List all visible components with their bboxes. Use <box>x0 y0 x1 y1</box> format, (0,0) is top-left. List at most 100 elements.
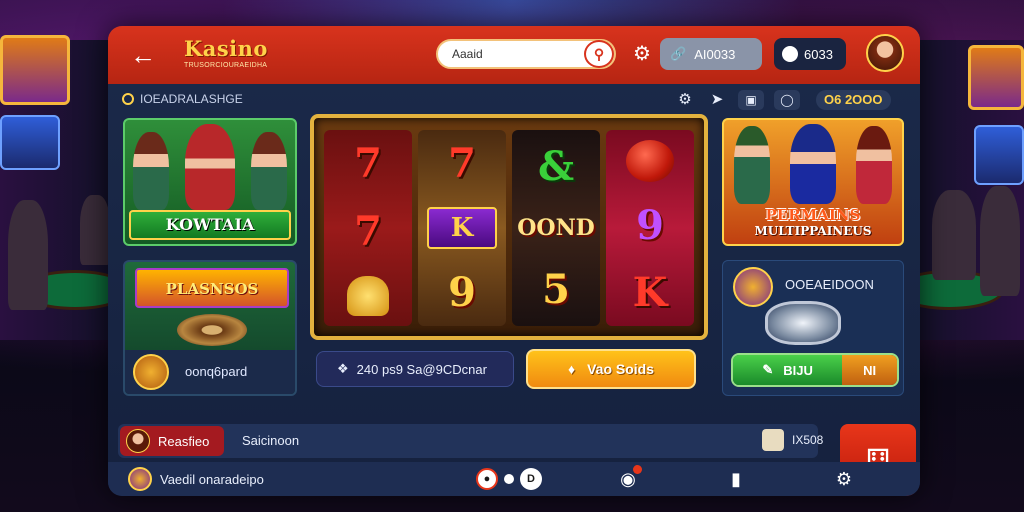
players-illustration <box>724 120 902 204</box>
share-icon[interactable]: ➤ <box>706 90 728 110</box>
coin-icon <box>782 46 798 62</box>
dealer-figure <box>133 132 169 210</box>
reel-symbol: 9 <box>448 269 476 316</box>
dollar-icon <box>733 267 773 307</box>
bookmark-icon[interactable]: ▮ <box>724 468 748 490</box>
featured-multiplayer-card[interactable]: PERMAINS MULTIPPAINEUS <box>722 118 904 246</box>
promo-card[interactable]: PLASNSOS oonq6pard <box>123 260 297 396</box>
section-title: IOEADRALASHGE <box>122 92 243 106</box>
chat-avatar <box>126 429 150 453</box>
user-avatar[interactable] <box>866 34 904 72</box>
promo-footer: oonq6pard <box>125 350 295 394</box>
chat-user-tag[interactable]: Reasfieo <box>120 426 224 456</box>
slot-reel: & OOND 5 <box>512 130 600 326</box>
logo-tagline: TRUSORCIOURAEIDHA <box>184 62 268 69</box>
chat-message: Saicinoon <box>242 433 300 448</box>
search-icon[interactable]: ⚲ <box>584 40 614 68</box>
app-logo[interactable]: Kasino TRUSORCIOURAEIDHA <box>184 36 268 69</box>
play-primary[interactable]: ✎ BIJU <box>733 355 843 385</box>
sub-balance: O6 2OOO <box>816 90 891 110</box>
reel-symbol: 7 <box>354 207 382 255</box>
gift-icon <box>762 429 784 451</box>
notification-badge <box>633 465 642 474</box>
slot-stat-text: 240 ps9 Sa@9CDcnar <box>356 361 487 377</box>
record-icon[interactable]: ● <box>476 468 498 490</box>
footer-icons: ◉ ▮ ⚙ <box>616 465 856 490</box>
reel-symbol: 5 <box>542 266 570 314</box>
slot-reel: 7 7 <box>324 130 412 326</box>
background-person <box>8 200 48 310</box>
gear-icon[interactable]: ⚙ <box>674 90 696 110</box>
logo-name: Kasino <box>184 36 268 61</box>
chat-username: Reasfieo <box>158 433 210 449</box>
play-secondary[interactable]: NI <box>842 355 897 385</box>
background-person <box>932 190 976 280</box>
background-person <box>980 186 1020 296</box>
casino-app-window: ← Kasino TRUSORCIOURAEIDHA Aaaid ⚲ ⚙ 🔗 A… <box>108 26 920 496</box>
arrow-left-icon[interactable]: ← <box>128 40 158 70</box>
card-label: KOWTAIA <box>129 210 291 240</box>
promo-title: PLASNSOS <box>135 268 289 308</box>
card-subtitle: MULTIPPAINEUS <box>754 224 872 238</box>
clock-icon[interactable]: ◯ <box>774 90 800 110</box>
player-figure <box>790 124 836 204</box>
trophy-icon <box>133 354 169 390</box>
slot-reel: 7 K 9 <box>418 130 506 326</box>
reel-symbol: K <box>632 269 668 316</box>
pencil-icon: ✎ <box>762 362 774 377</box>
cherry-icon <box>626 140 674 182</box>
slot-reels: 7 7 7 K 9 & OOND 5 9 K <box>324 130 694 326</box>
reel-symbol: 7 <box>448 140 476 187</box>
balance-display[interactable]: 6033 <box>774 38 846 70</box>
page-dot[interactable] <box>504 474 514 484</box>
sub-toolbar: IOEADRALASHGE ⚙ ➤ ▣ ◯ O6 2OOO <box>108 84 920 114</box>
chat-count: IX508 <box>762 429 823 451</box>
reel-symbol: 7 <box>354 140 382 188</box>
reel-symbol: & <box>537 142 575 190</box>
promo-footer-text: oonq6pard <box>185 364 248 379</box>
top-bar: ← Kasino TRUSORCIOURAEIDHA Aaaid ⚲ ⚙ 🔗 A… <box>108 26 920 84</box>
wallet-icon[interactable]: ▣ <box>738 90 764 110</box>
reel-symbol: K <box>427 207 497 249</box>
featured-live-dealers-card[interactable]: KOWTAIA <box>123 118 297 246</box>
balance-label: 6033 <box>804 46 833 62</box>
roulette-wheel-icon <box>177 314 247 346</box>
section-title-text: IOEADRALASHGE <box>140 92 243 106</box>
reel-symbol: OOND <box>517 214 595 241</box>
background-slot-machine <box>968 45 1024 110</box>
footer-user[interactable]: Vaedil onaradeipo <box>128 467 264 491</box>
player-figure <box>734 126 770 204</box>
ring-icon <box>122 93 134 105</box>
dealer-illustration <box>125 120 295 210</box>
dealer-figure <box>185 124 235 210</box>
location-icon[interactable]: ◉ <box>616 465 642 490</box>
background-person <box>80 195 110 265</box>
reel-symbol: 9 <box>636 202 664 249</box>
chat-bar[interactable]: Reasfieo Saicinoon IX508 <box>118 424 823 458</box>
spin-bet-button[interactable]: ♦ Vao Soids <box>526 349 696 389</box>
slot-machine[interactable]: 7 7 7 K 9 & OOND 5 9 K <box>310 114 708 340</box>
slot-stat-bar: ❖ 240 ps9 Sa@9CDcnar <box>316 351 514 387</box>
background-slot-machine <box>974 125 1024 185</box>
play-label: BIJU <box>783 362 813 378</box>
coins-label: AI0033 <box>694 46 736 62</box>
card-title: PERMAINS <box>765 206 861 224</box>
page-dot-label[interactable]: D <box>520 468 542 490</box>
gold-coin-icon <box>347 275 389 316</box>
bottom-bar: Vaedil onaradeipo ● D ◉ ▮ ⚙ <box>108 462 920 496</box>
background-slot-machine <box>0 115 60 170</box>
footer-user-text: Vaedil onaradeipo <box>160 471 264 487</box>
bet-label: Vao Soids <box>587 361 655 377</box>
chips-icon: ♦ <box>567 361 576 377</box>
page-indicator: ● D <box>476 468 542 490</box>
side-game-card[interactable]: OOEAEIDOON ✎ BIJU NI <box>722 260 904 396</box>
dealer-figure <box>251 132 287 210</box>
play-button[interactable]: ✎ BIJU NI <box>731 353 899 387</box>
puzzle-icon: ❖ <box>337 361 349 376</box>
settings-gear-icon[interactable]: ⚙ <box>630 42 654 66</box>
safe-lock-icon <box>765 301 841 345</box>
settings-icon[interactable]: ⚙ <box>832 468 856 490</box>
footer-avatar <box>128 467 152 491</box>
background-slot-machine <box>0 35 70 105</box>
coins-button[interactable]: 🔗 AI0033 <box>660 38 762 70</box>
